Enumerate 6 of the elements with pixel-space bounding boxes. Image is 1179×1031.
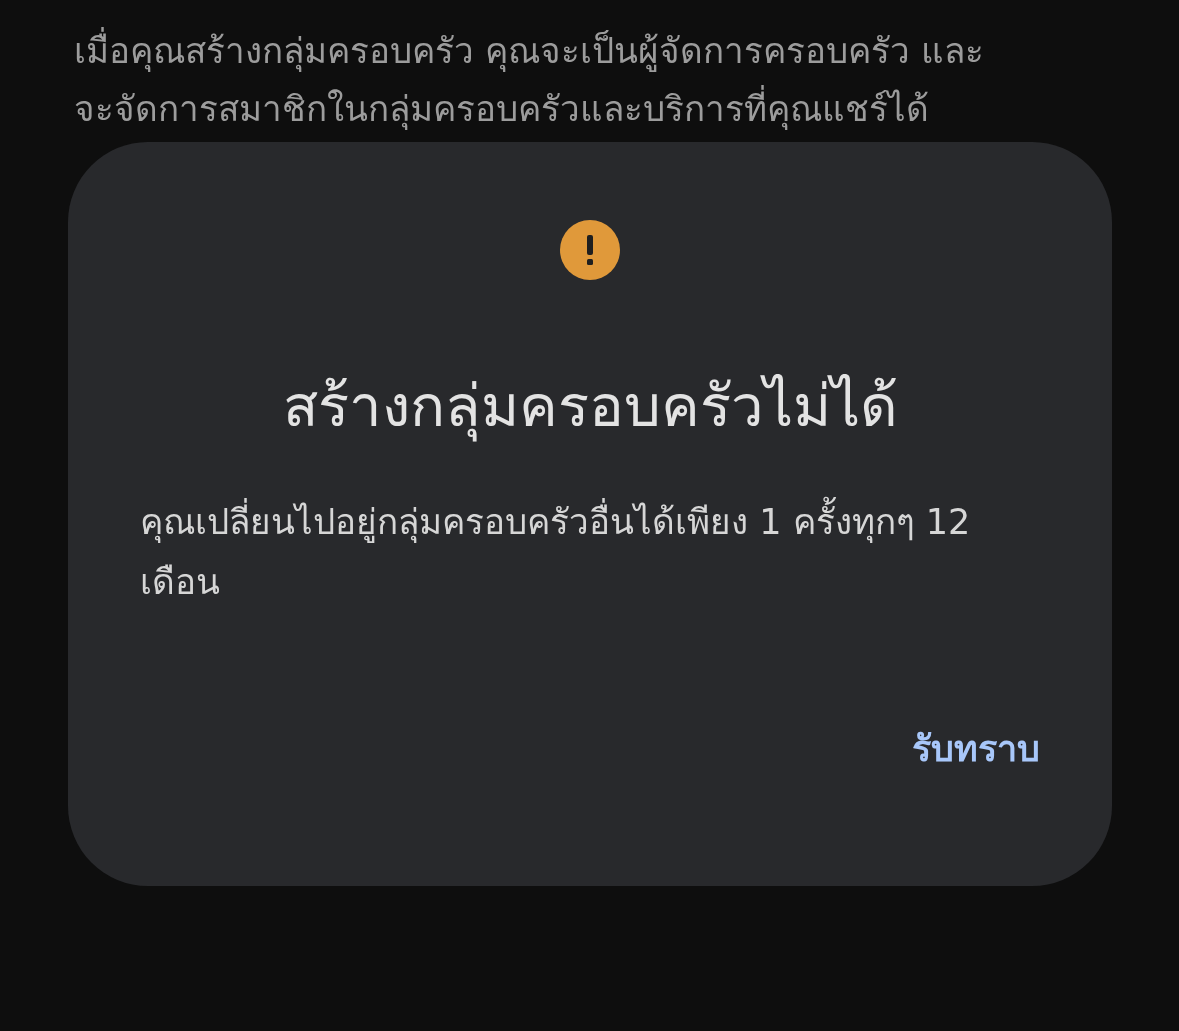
- description-text: เมื่อคุณสร้างกลุ่มครอบครัว คุณจะเป็นผู้จัดการครอบครัว และ: [74, 22, 1105, 80]
- dialog-message: คุณเปลี่ยนไปอยู่กลุ่มครอบครัวอื่นได้เพียง 1 ครั้งทุกๆ 12 เดือน: [140, 492, 1040, 612]
- warning-icon: [560, 220, 620, 280]
- acknowledge-button[interactable]: รับทราบ: [912, 712, 1040, 785]
- description-text: จะจัดการสมาชิกในกลุ่มครอบครัวและบริการที่คุณแชร์ได้: [74, 80, 1105, 138]
- dialog-title: สร้างกลุ่มครอบครัวไม่ได้: [282, 371, 898, 444]
